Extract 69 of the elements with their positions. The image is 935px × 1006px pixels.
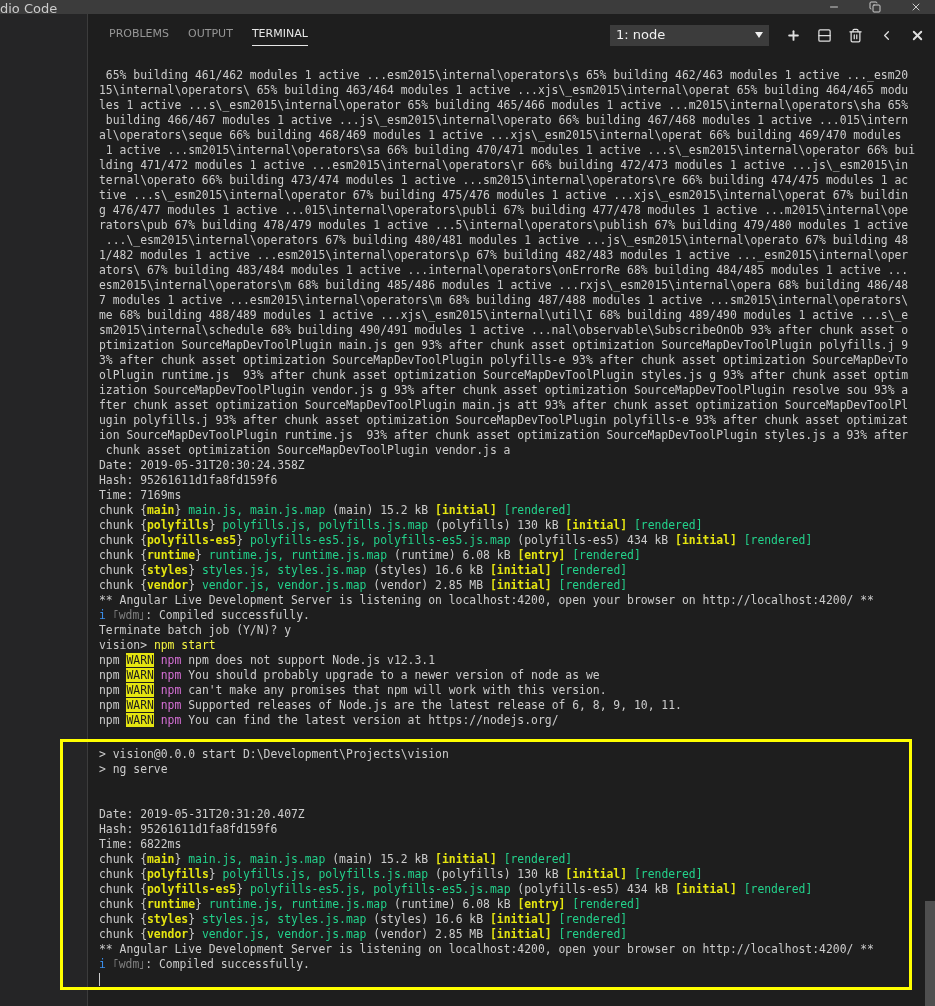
restore-icon[interactable] <box>869 1 881 13</box>
terminal-line: ization SourceMapDevToolPlugin vendor.js g 93% after chunk asset optimization SourceMapDevToolPlugin resolve sou 93% a <box>99 383 909 398</box>
panel-tab[interactable]: TERMINAL <box>251 24 308 46</box>
terminal-line: 1 active ...sm2015\internal\operators\sa 66% building 470/471 modules 1 active ...s\_esm2015\internal\operator 66% bui <box>104 143 916 158</box>
terminal-line: chunk {runtime} runtime.js, runtime.js.map (runtime) 6.08 kB [entry] [rendered] <box>99 548 641 563</box>
terminal-line: chunk {vendor} vendor.js, vendor.js.map (vendor) 2.85 MB [initial] [rendered] <box>99 927 628 942</box>
terminal-line: lding 471/472 modules 1 active ...esm2015\internal\operators\r 66% building 472/473 modules 1 active ...js\_esm2015\in <box>99 158 909 173</box>
terminal-line: fter chunk asset optimization SourceMapDevToolPlugin main.js att 93% after chunk asset optimization SourceMapDevToolPl <box>99 398 909 413</box>
terminal-line: Terminate batch job (Y/N)? y <box>99 623 292 638</box>
terminal-line: i ｢wdm｣: Compiled successfully. <box>99 957 310 972</box>
terminal-line: Date: 2019-05-31T20:30:24.358Z <box>99 458 305 473</box>
terminal-line: chunk {polyfills-es5} polyfills-es5.js, polyfills-es5.js.map (polyfills-es5) 434 kB [initial] [rendered] <box>99 533 813 548</box>
terminal-line: esm2015\internal\operators\m 68% building 485/486 modules 1 active ...rxjs\_esm2015\internal\opera 68% building 486/48 <box>99 278 909 293</box>
terminal-line: ** Angular Live Development Server is listening on localhost:4200, open your browser on http://localhost:4200/ ** <box>99 593 874 608</box>
terminal-line: npm WARN npm can't make any promises that npm will work with this version. <box>99 683 607 698</box>
terminal-line: chunk {vendor} vendor.js, vendor.js.map (vendor) 2.85 MB [initial] [rendered] <box>99 578 628 593</box>
terminal-line: npm WARN npm You should probably upgrade to a newer version of node as we <box>99 668 600 683</box>
terminal-line: chunk {main} main.js, main.js.map (main) 15.2 kB [initial] [rendered] <box>99 852 573 867</box>
terminal-line: > vision@0.0.0 start D:\Development\Projects\vision <box>99 747 449 762</box>
terminal-line: Time: 6822ms <box>99 837 182 852</box>
terminal-line: sm2015\internal\schedule 68% building 490/491 modules 1 active ...nal\observable\SubscribeOnOb 93% after chunk asset o <box>99 323 909 338</box>
terminal-line: ion SourceMapDevToolPlugin runtime.js 93% after chunk asset optimization SourceMapDevToolPlugin styles.js a 93% after <box>99 428 909 443</box>
text-cursor <box>99 973 100 986</box>
terminal-line: chunk asset optimization SourceMapDevToolPlugin vendor.js a <box>104 443 511 458</box>
terminal-line: ators\ 67% building 483/484 modules 1 active ...internal\operators\onErrorRe 68% building 484/485 modules 1 active ... <box>99 263 909 278</box>
terminal-line: building 466/467 modules 1 active ...js\_esm2015\internal\operato 66% building 467/468 modules 1 active ...015\intern <box>104 113 909 128</box>
terminal-line: ptimization SourceMapDevToolPlugin main.js gen 93% after chunk asset optimization SourceMapDevToolPlugin polyfills.j 9 <box>99 338 909 353</box>
terminal-line: olPlugin runtime.js 93% after chunk asset optimization SourceMapDevToolPlugin styles.js g 93% after chunk asset optim <box>99 368 909 383</box>
terminal-line: ternal\operato 66% building 473/474 modules 1 active ...sm2015\internal\operators\re 66% building 474/475 modules 1 ac <box>99 173 909 188</box>
scrollbar-thumb[interactable] <box>925 901 935 1006</box>
terminal-line: les 1 active ...s\_esm2015\internal\operator 65% building 465/466 modules 1 active ...m2015\internal\operators\sha 65% <box>99 98 909 113</box>
terminal-line: > ng serve <box>99 762 168 777</box>
terminal-line: chunk {styles} styles.js, styles.js.map (styles) 16.6 kB [initial] [rendered] <box>99 912 628 927</box>
terminal-line: g 476/477 modules 1 active ...015\internal\operators\publi 67% building 477/478 modules 1 active ...m2015\internal\ope <box>99 203 909 218</box>
terminal-line: tive ...s\_esm2015\internal\operator 67% building 475/476 modules 1 active ...xjs\_esm2015\internal\operat 67% buildin <box>99 188 909 203</box>
terminal-line: i ｢wdm｣: Compiled successfully. <box>99 608 310 623</box>
terminal-line: chunk {polyfills} polyfills.js, polyfills.js.map (polyfills) 130 kB [initial] [rendered] <box>99 867 703 882</box>
terminal-line: vision> npm start <box>99 638 216 653</box>
terminal-line: 3% after chunk asset optimization SourceMapDevToolPlugin polyfills-e 93% after chunk asset optimization SourceMapDevTo <box>99 353 909 368</box>
dropdown-caret-icon <box>755 32 763 38</box>
terminal-line: rators\pub 67% building 478/479 modules 1 active ...5\internal\operators\publish 67% building 479/480 modules 1 active <box>99 218 909 233</box>
terminal-line: npm WARN npm npm does not support Node.js v12.3.1 <box>99 653 436 668</box>
trash-icon[interactable] <box>848 27 863 43</box>
terminal-line: chunk {polyfills} polyfills.js, polyfills.js.map (polyfills) 130 kB [initial] [rendered] <box>99 518 703 533</box>
panel-tab[interactable]: PROBLEMS <box>109 24 170 46</box>
window-title: dio Code <box>0 1 58 14</box>
terminal-line: al\operators\seque 66% building 468/469 modules 1 active ...xjs\_esm2015\internal\operat 66% building 469/470 modules <box>99 128 902 143</box>
terminal-line: npm WARN npm You can find the latest version at https://nodejs.org/ <box>99 713 559 728</box>
terminal-dropdown[interactable]: 1: node <box>610 24 769 46</box>
terminal-line: chunk {polyfills-es5} polyfills-es5.js, polyfills-es5.js.map (polyfills-es5) 434 kB [initial] [rendered] <box>99 882 813 897</box>
terminal-line: 7 modules 1 active ...esm2015\internal\operators\m 68% building 487/488 modules 1 active ...sm2015\internal\operators\ <box>99 293 909 308</box>
terminal-line: 15\internal\operators\ 65% building 463/464 modules 1 active ...xjs\_esm2015\internal\operat 65% building 464/465 modu <box>99 83 909 98</box>
terminal-line: Date: 2019-05-31T20:31:20.407Z <box>99 807 305 822</box>
terminal-line: Hash: 95261611d1fa8fd159f6 <box>99 822 278 837</box>
terminal-line: chunk {styles} styles.js, styles.js.map (styles) 16.6 kB [initial] [rendered] <box>99 563 628 578</box>
terminal-line: Time: 7169ms <box>99 488 182 503</box>
terminal-line: chunk {main} main.js, main.js.map (main) 15.2 kB [initial] [rendered] <box>99 503 573 518</box>
panel-tab[interactable]: OUTPUT <box>188 24 233 46</box>
terminal-line: 1/482 modules 1 active ...esm2015\internal\operators\p 67% building 482/483 modules 1 active ..._esm2015\internal\oper <box>99 248 909 263</box>
split-icon[interactable] <box>817 27 832 43</box>
terminal-line: Hash: 95261611d1fa8fd159f6 <box>99 473 278 488</box>
add-icon[interactable] <box>786 27 801 43</box>
terminal-line: ** Angular Live Development Server is listening on localhost:4200, open your browser on http://localhost:4200/ ** <box>99 942 874 957</box>
terminal-line: ugin polyfills.j 93% after chunk asset optimization SourceMapDevToolPlugin polyfills-e 93% after chunk asset optimizat <box>99 413 909 428</box>
terminal-line: 65% building 461/462 modules 1 active ...esm2015\internal\operators\s 65% building 462/463 modules 1 active ..._esm20 <box>104 68 909 83</box>
terminal-line: chunk {runtime} runtime.js, runtime.js.map (runtime) 6.08 kB [entry] [rendered] <box>99 897 641 912</box>
terminal-line: ...\_esm2015\internal\operators 67% building 480/481 modules 1 active ...js\_esm2015\internal\operato 67% building 48 <box>104 233 909 248</box>
terminal-line: me 68% building 488/489 modules 1 active ...xjs\_esm2015\internal\util\I 68% building 489/490 modules 1 active ...s\_e <box>99 308 909 323</box>
terminal-line: npm WARN npm Supported releases of Node.js are the latest release of 6, 8, 9, 10, 11. <box>99 698 682 713</box>
